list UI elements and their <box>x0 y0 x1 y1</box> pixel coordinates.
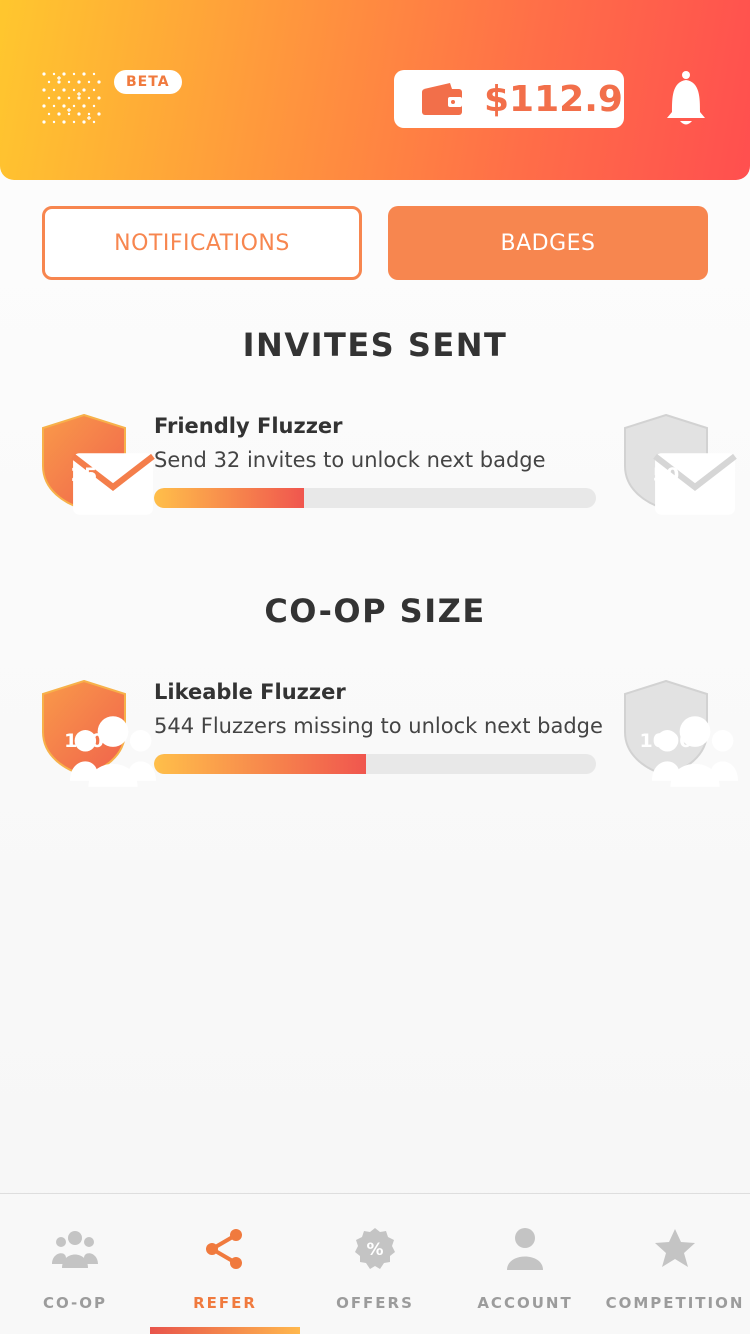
tab-notifications[interactable]: NOTIFICATIONS <box>42 206 362 280</box>
nav-label-offers: OFFERS <box>336 1294 414 1312</box>
current-badge-shield: 25 <box>41 414 155 515</box>
person-icon <box>507 1228 543 1270</box>
badge-name: Likeable Fluzzer <box>154 680 346 704</box>
beta-badge: BETA <box>114 70 182 94</box>
section-title-coop-size: CO-OP SIZE <box>264 592 486 630</box>
bell-icon[interactable] <box>664 70 708 128</box>
progress-bar <box>154 754 596 774</box>
nav-item-coop[interactable]: CO-OP <box>0 1194 150 1334</box>
progress-fill <box>154 488 305 508</box>
badge-row-invites: 25 Friendly Fluzzer Send 32 invites to u… <box>0 414 750 515</box>
nav-item-account[interactable]: ACCOUNT <box>450 1194 600 1334</box>
share-icon <box>206 1229 242 1269</box>
progress-bar <box>154 488 596 508</box>
sparkle-logo-icon <box>42 72 101 124</box>
nav-item-offers[interactable]: % OFFERS <box>300 1194 450 1334</box>
star-icon <box>655 1229 695 1267</box>
nav-item-refer[interactable]: REFER <box>150 1194 300 1334</box>
badge-name: Friendly Fluzzer <box>154 414 343 438</box>
wallet-icon <box>422 83 462 115</box>
percent-badge-icon: % <box>355 1228 395 1269</box>
nav-label-refer: REFER <box>193 1294 257 1312</box>
current-badge-value: 100 <box>64 730 104 752</box>
badge-description: 544 Fluzzers missing to unlock next badg… <box>154 714 603 738</box>
group-icon <box>52 1231 98 1268</box>
bottom-navigation: CO-OP REFER % OFFERS ACCOUNT COMPETITION <box>0 1193 750 1334</box>
next-badge-shield: 1000 <box>623 680 738 787</box>
next-badge-value: 50 <box>652 464 680 486</box>
svg-text:%: % <box>366 1240 383 1260</box>
nav-item-competition[interactable]: COMPETITION <box>600 1194 750 1334</box>
balance-amount: $112.9 <box>484 78 623 120</box>
badge-description: Send 32 invites to unlock next badge <box>154 448 546 472</box>
progress-fill <box>154 754 367 774</box>
current-badge-value: 25 <box>70 464 98 486</box>
nav-label-account: ACCOUNT <box>477 1294 573 1312</box>
current-badge-shield: 100 <box>41 680 156 787</box>
wallet-balance-button[interactable]: $112.9 <box>394 70 624 128</box>
app-header: BETA $112.9 <box>0 0 750 180</box>
tab-bar: NOTIFICATIONS BADGES <box>42 206 708 280</box>
tab-badges[interactable]: BADGES <box>388 206 708 280</box>
section-title-invites: INVITES SENT <box>242 326 508 364</box>
active-tab-indicator <box>150 1327 300 1334</box>
nav-label-coop: CO-OP <box>42 1294 107 1312</box>
next-badge-value: 1000 <box>639 730 693 752</box>
next-badge-shield: 50 <box>623 414 737 515</box>
badge-row-coop-size: 100 Likeable Fluzzer 544 Fluzzers missin… <box>0 680 750 787</box>
nav-label-competition: COMPETITION <box>605 1294 745 1312</box>
